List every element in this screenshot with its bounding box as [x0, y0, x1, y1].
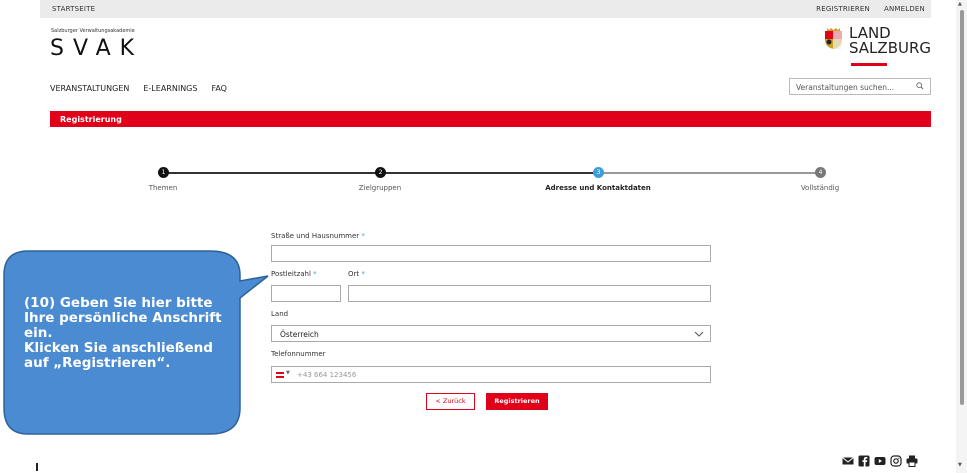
zip-label: Postleitzahl * — [271, 270, 317, 278]
callout-line-3: ein. — [24, 325, 53, 341]
land-salzburg-logo[interactable]: LAND SALZBURG — [849, 26, 931, 56]
city-input[interactable] — [348, 285, 711, 302]
city-label-text: Ort — [348, 270, 360, 278]
brand-subtitle: Salzburger Verwaltungsakademie — [51, 28, 135, 34]
country-label: Land — [271, 310, 289, 318]
chevron-down-icon — [694, 331, 704, 337]
instagram-icon[interactable] — [890, 455, 902, 467]
nav-item-veranstaltungen[interactable]: VERANSTALTUNGEN — [50, 84, 129, 93]
scrollbar-thumb[interactable] — [960, 10, 964, 405]
step-1-dot: 1 — [158, 167, 169, 178]
step-3-dot: 3 — [593, 167, 604, 178]
print-icon[interactable] — [906, 455, 918, 467]
scroll-up-arrow-icon[interactable]: ▲ — [958, 1, 962, 7]
step-4-label: Vollständig — [800, 184, 840, 192]
search-input[interactable]: Veranstaltungen suchen... — [789, 78, 931, 95]
register-button[interactable]: Registrieren — [486, 393, 548, 410]
svak-logo[interactable]: SVAK — [50, 36, 143, 61]
flag-dropdown-icon[interactable]: ▼ — [286, 370, 290, 376]
main-nav: VERANSTALTUNGEN E-LEARNINGS FAQ — [50, 84, 227, 93]
phone-placeholder: +43 664 123456 — [297, 371, 357, 379]
street-label-text: Straße und Hausnummer — [271, 232, 360, 240]
country-selected-value: Österreich — [280, 330, 319, 339]
step-2-label: Zielgruppen — [358, 184, 402, 192]
step-3-label: Adresse und Kontaktdaten — [545, 184, 651, 192]
city-required-mark: * — [361, 270, 365, 278]
home-link[interactable]: STARTSEITE — [52, 5, 95, 13]
progress-line-pending — [598, 172, 821, 174]
austria-flag-icon[interactable] — [276, 372, 284, 378]
back-button[interactable]: < Zurück — [426, 393, 475, 410]
section-title-bar: Registrierung — [50, 111, 931, 127]
scroll-down-arrow-icon[interactable]: ▼ — [958, 462, 962, 468]
social-icons — [842, 455, 918, 467]
nav-item-elearnings[interactable]: E-LEARNINGS — [143, 84, 197, 93]
zip-input[interactable] — [271, 285, 341, 302]
country-select[interactable]: Österreich — [271, 325, 711, 342]
step-1-label: Themen — [148, 184, 178, 192]
land-salzburg-underline — [851, 63, 887, 66]
search-icon[interactable] — [916, 82, 924, 90]
tutorial-callout — [3, 250, 269, 435]
login-link[interactable]: ANMELDEN — [884, 5, 925, 13]
step-4-dot: 4 — [815, 167, 826, 178]
search-placeholder: Veranstaltungen suchen... — [796, 83, 895, 92]
street-required-mark: * — [361, 232, 365, 240]
land-salzburg-line2: SALZBURG — [849, 39, 932, 57]
zip-label-text: Postleitzahl — [271, 270, 311, 278]
zip-required-mark: * — [313, 270, 317, 278]
callout-line-1: (10) Geben Sie hier bitte — [24, 295, 213, 311]
nav-item-faq[interactable]: FAQ — [211, 84, 227, 93]
coat-of-arms-icon — [825, 28, 842, 49]
city-label: Ort * — [348, 270, 365, 278]
step-2-dot: 2 — [375, 167, 386, 178]
street-label: Straße und Hausnummer * — [271, 232, 365, 240]
register-link[interactable]: REGISTRIEREN — [816, 5, 870, 13]
street-input[interactable] — [271, 245, 711, 262]
phone-input[interactable]: ▼ +43 664 123456 — [271, 366, 711, 383]
tutorial-callout-text: (10) Geben Sie hier bitte Ihre persönlic… — [24, 296, 234, 371]
callout-line-2: Ihre persönliche Anschrift — [24, 310, 222, 326]
youtube-icon[interactable] — [874, 455, 886, 467]
callout-line-5: auf „Registrieren“. — [24, 355, 171, 371]
text-cursor — [36, 463, 38, 471]
phone-label: Telefonnummer — [271, 350, 326, 358]
top-utility-bar: STARTSEITE REGISTRIEREN ANMELDEN — [40, 0, 931, 18]
callout-line-4: Klicken Sie anschließend — [24, 340, 213, 356]
mail-icon[interactable] — [842, 455, 854, 467]
section-title: Registrierung — [60, 115, 122, 124]
facebook-icon[interactable] — [858, 455, 870, 467]
